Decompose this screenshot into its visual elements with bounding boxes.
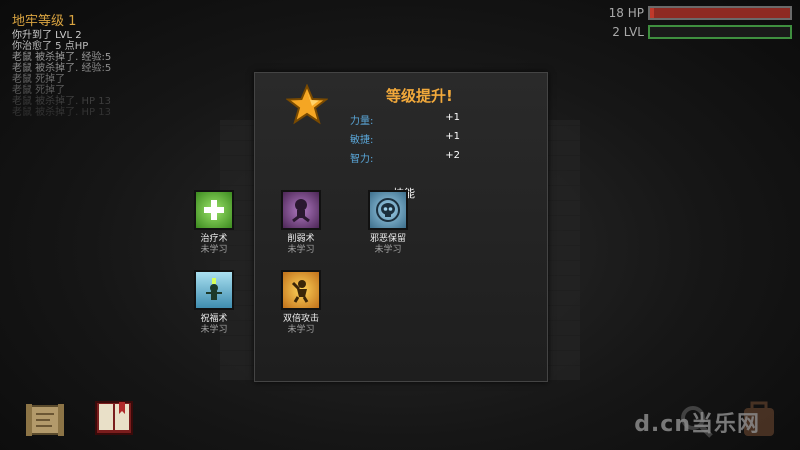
skill-status: 未学习 bbox=[287, 325, 315, 335]
stat-row-intellect: 智力: +2 bbox=[350, 150, 460, 165]
stat-row-agility: 敏捷: +1 bbox=[350, 131, 460, 146]
skill-evil-retention[interactable]: 邪恶保留 未学习 bbox=[358, 190, 418, 256]
log-line: 你升到了 LVL 2 bbox=[12, 30, 82, 41]
skull-icon bbox=[368, 190, 408, 230]
status-bars: 18 HP 2 LVL bbox=[609, 3, 792, 41]
bless-icon bbox=[194, 270, 234, 310]
xp-bar bbox=[648, 24, 792, 39]
skill-double-attack[interactable]: 双倍攻击 未学习 bbox=[271, 270, 331, 336]
log-line: 老鼠 死掉了 bbox=[12, 74, 66, 85]
skill-name: 祝福术 bbox=[200, 314, 228, 324]
stat-row-strength: 力量: +1 bbox=[350, 112, 460, 127]
message-log: 你升到了 LVL 2 你治愈了 5 点HP 老鼠 被杀掉了. 经验:5 老鼠 被… bbox=[12, 30, 111, 118]
double-attack-icon bbox=[281, 270, 321, 310]
lvl-label: 2 LVL bbox=[612, 24, 644, 39]
lvl-row: 2 LVL bbox=[609, 22, 792, 41]
stat-name: 智力: bbox=[350, 154, 374, 165]
log-line: 你治愈了 5 点HP bbox=[12, 41, 89, 52]
log-line: 老鼠 死掉了 bbox=[12, 85, 66, 96]
hp-bar bbox=[648, 5, 792, 20]
weaken-icon bbox=[281, 190, 321, 230]
log-line: 老鼠 被杀掉了. 经验:5 bbox=[12, 63, 112, 74]
journal-book-icon[interactable] bbox=[93, 398, 135, 438]
watermark: d.cn当乐网 bbox=[634, 412, 760, 437]
skill-status: 未学习 bbox=[200, 325, 228, 335]
log-line: 老鼠 被杀掉了. HP 13 bbox=[12, 107, 111, 118]
skill-status: 未学习 bbox=[287, 245, 315, 255]
dialog-title: 等级提升! bbox=[386, 87, 453, 105]
heal-icon bbox=[194, 190, 234, 230]
map-scroll-icon[interactable] bbox=[24, 400, 66, 440]
skill-bless[interactable]: 祝福术 未学习 bbox=[184, 270, 244, 336]
log-line: 老鼠 被杀掉了. 经验:5 bbox=[12, 52, 112, 63]
hp-label: 18 HP bbox=[608, 5, 644, 20]
star-icon bbox=[286, 84, 328, 125]
skill-weaken[interactable]: 削弱术 未学习 bbox=[271, 190, 331, 256]
skill-heal[interactable]: 治疗术 未学习 bbox=[184, 190, 244, 256]
skill-name: 治疗术 bbox=[200, 234, 228, 244]
stat-name: 力量: bbox=[350, 116, 374, 127]
stat-value: +1 bbox=[445, 112, 460, 123]
skill-status: 未学习 bbox=[200, 245, 228, 255]
stat-name: 敏捷: bbox=[350, 135, 374, 146]
stat-value: +2 bbox=[445, 150, 460, 161]
skill-name: 双倍攻击 bbox=[282, 314, 319, 324]
stat-value: +1 bbox=[445, 131, 460, 142]
log-line: 老鼠 被杀掉了. HP 13 bbox=[12, 96, 111, 107]
skill-name: 削弱术 bbox=[287, 234, 315, 244]
hp-row: 18 HP bbox=[609, 3, 792, 22]
skill-name: 邪恶保留 bbox=[369, 234, 406, 244]
dungeon-level-title: 地牢等级 1 bbox=[12, 14, 77, 29]
hp-bar-fill bbox=[650, 7, 655, 18]
skill-status: 未学习 bbox=[374, 245, 402, 255]
